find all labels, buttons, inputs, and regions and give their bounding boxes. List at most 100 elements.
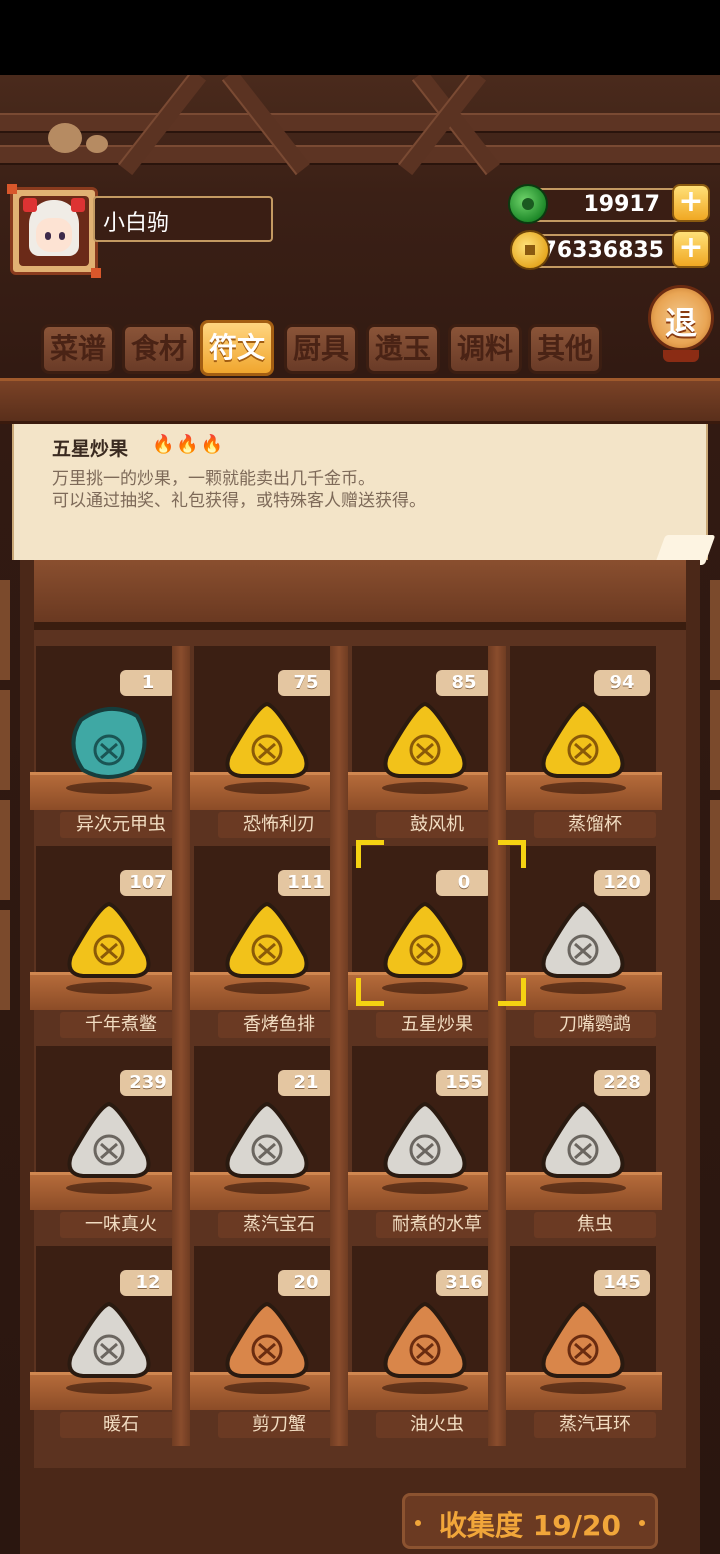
rune-name-label: 蒸汽耳环 (534, 1412, 656, 1438)
rune-slot[interactable]: 21 蒸汽宝石 (188, 1046, 346, 1246)
rune-shadow (382, 782, 468, 794)
rune-shadow (224, 782, 310, 794)
spiral-rune-icon (377, 698, 473, 782)
rune-name-label: 千年煮鳖 (60, 1012, 182, 1038)
rune-shadow (66, 1382, 152, 1394)
jade-value: 19917 (583, 192, 660, 217)
rune-shadow (66, 782, 152, 794)
rune-slot[interactable]: 12 暖石 (30, 1246, 188, 1446)
rune-count-badge: 94 (594, 670, 650, 696)
gem-rune-icon (219, 1098, 315, 1182)
rune-shadow (540, 782, 626, 794)
rune-slot[interactable]: 85 鼓风机 (346, 646, 504, 846)
rune-slot[interactable]: 145 蒸汽耳环 (504, 1246, 662, 1446)
rune-shadow (224, 1182, 310, 1194)
rune-name-label: 恐怖利刃 (218, 812, 340, 838)
leaf-rune-icon (61, 1098, 157, 1182)
rune-count-badge: 1 (120, 670, 176, 696)
rune-shadow (382, 1182, 468, 1194)
tab-7[interactable]: 其他 (528, 324, 602, 374)
jade-counter: 19917 (530, 188, 680, 222)
rune-shadow (540, 1182, 626, 1194)
player-name: 小白驹 (103, 211, 170, 236)
seaweed-rune-icon (377, 1098, 473, 1182)
rune-slot[interactable]: 316 油火虫 (346, 1246, 504, 1446)
rune-count-badge: 316 (436, 1270, 492, 1296)
rune-slot[interactable]: 94 蒸馏杯 (504, 646, 662, 846)
rune-shadow (66, 1182, 152, 1194)
item-description-line-2: 可以通过抽奖、礼包获得，或特殊客人赠送获得。 (52, 491, 426, 511)
rune-count-badge: 12 (120, 1270, 176, 1296)
rune-slot[interactable]: 228 焦虫 (504, 1046, 662, 1246)
tab-3[interactable]: 符文 (200, 320, 274, 376)
bug-rune-icon (535, 1098, 631, 1182)
exit-button-tail (663, 350, 699, 362)
rune-name-label: 五星炒果 (376, 1012, 498, 1038)
fish-rune-icon (219, 898, 315, 982)
shelf-divider (330, 646, 348, 1446)
rune-count-badge: 155 (436, 1070, 492, 1096)
rune-slot[interactable]: 75 恐怖利刃 (188, 646, 346, 846)
rune-name-label: 暖石 (60, 1412, 182, 1438)
tab-4[interactable]: 厨具 (284, 324, 358, 374)
rune-slot[interactable]: 111 香烤鱼排 (188, 846, 346, 1046)
shelf-divider (488, 646, 506, 1446)
rafter-beam (0, 145, 720, 165)
rune-name-label: 蒸馏杯 (534, 812, 656, 838)
rune-count-badge: 85 (436, 670, 492, 696)
side-post (0, 910, 10, 1010)
tab-6[interactable]: 调料 (448, 324, 522, 374)
exit-button[interactable]: 退 (648, 285, 714, 351)
rune-count-badge: 75 (278, 670, 334, 696)
rune-slot[interactable]: 107 千年煮鳖 (30, 846, 188, 1046)
rune-count-badge: 239 (120, 1070, 176, 1096)
add-gold-button[interactable]: + (672, 230, 710, 268)
rune-slot[interactable]: 120 刀嘴鹦鹉 (504, 846, 662, 1046)
shelf-divider (172, 646, 190, 1446)
rune-shadow (540, 1382, 626, 1394)
rune-name-label: 油火虫 (376, 1412, 498, 1438)
panel-header-bar (0, 378, 720, 424)
turtle-rune-icon (61, 898, 157, 982)
antler-rune-icon (219, 698, 315, 782)
collection-progress: 收集度 19/20 (402, 1493, 658, 1549)
rune-slot[interactable]: 1 异次元甲虫 (30, 646, 188, 846)
collection-progress-label: 收集度 19/20 (439, 1509, 621, 1542)
avatar[interactable] (7, 184, 101, 278)
gold-counter: 76336835 (530, 234, 680, 268)
rune-slot[interactable]: 20 剪刀蟹 (188, 1246, 346, 1446)
side-post (710, 690, 720, 790)
side-post (710, 800, 720, 900)
item-title: 五星炒果 (52, 438, 129, 460)
stone-rune-icon (61, 1298, 157, 1382)
tab-1[interactable]: 菜谱 (41, 324, 115, 374)
tab-5[interactable]: 遗玉 (366, 324, 440, 374)
rune-slot[interactable]: 0 五星炒果 (346, 846, 504, 1046)
rune-name-label: 耐煮的水草 (376, 1212, 498, 1238)
add-jade-button[interactable]: + (672, 184, 710, 222)
status-bar (0, 0, 720, 75)
rune-name-label: 异次元甲虫 (60, 812, 182, 838)
side-post (0, 690, 10, 790)
rune-count-badge: 145 (594, 1270, 650, 1296)
star-rune-icon (377, 898, 473, 982)
cup-rune-icon (535, 698, 631, 782)
jade-icon (508, 184, 548, 224)
beetle-rune-icon (61, 698, 157, 782)
gold-value: 76336835 (541, 238, 664, 263)
chick-decoration (48, 123, 82, 153)
rune-shadow (224, 1382, 310, 1394)
side-post (0, 580, 10, 680)
rafter-beam (0, 113, 720, 133)
rune-slot[interactable]: 239 一味真火 (30, 1046, 188, 1246)
crab-rune-icon (219, 1298, 315, 1382)
side-post (710, 580, 720, 680)
rune-slot[interactable]: 155 耐煮的水草 (346, 1046, 504, 1246)
parrot-rune-icon (535, 898, 631, 982)
earring-rune-icon (535, 1298, 631, 1382)
rune-count-badge: 111 (278, 870, 334, 896)
player-name-box: 小白驹 (93, 196, 273, 242)
flame-rating: 🔥🔥🔥 (152, 434, 226, 455)
tab-2[interactable]: 食材 (122, 324, 196, 374)
rune-name-label: 一味真火 (60, 1212, 182, 1238)
